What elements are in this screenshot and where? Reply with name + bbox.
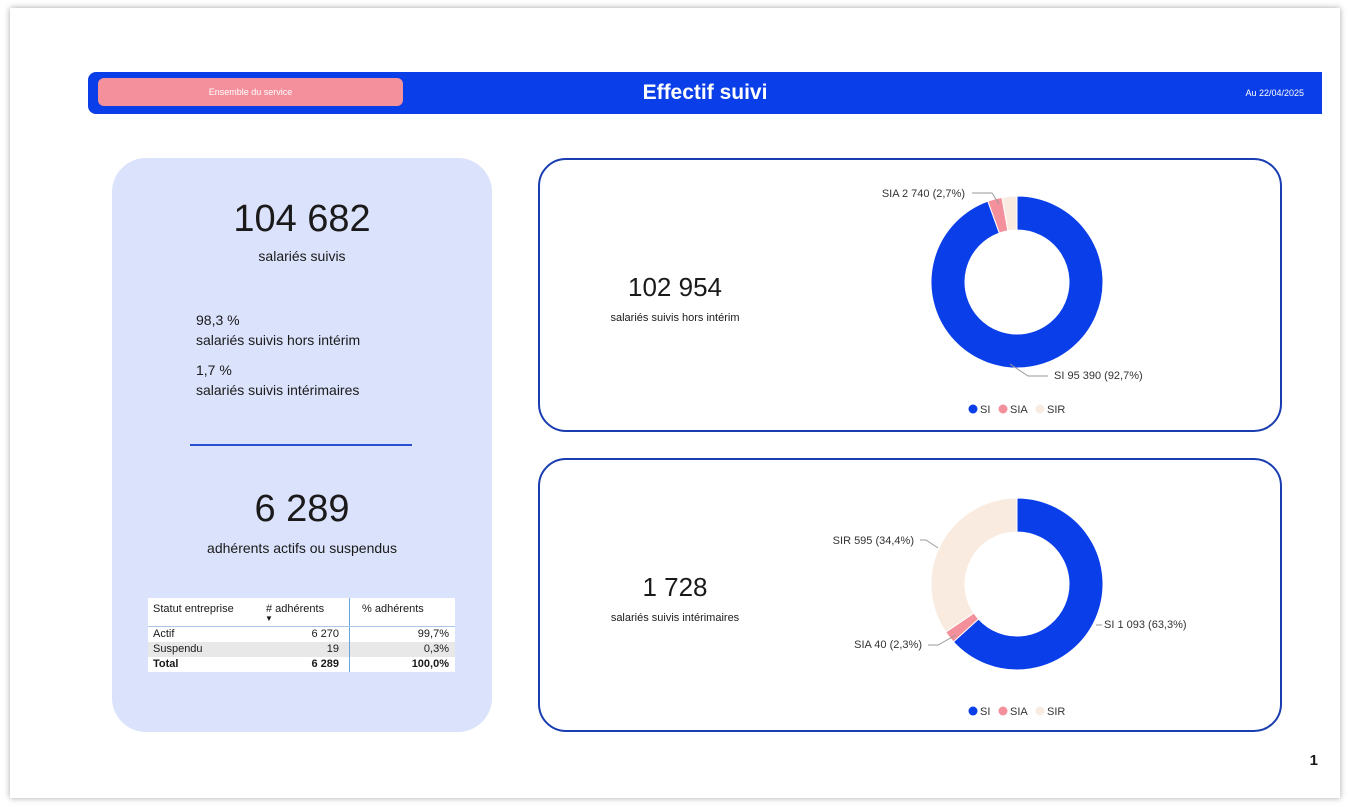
table-cell: 19 [260, 642, 350, 657]
legend-label-si[interactable]: SI [980, 404, 990, 416]
table-cell: 0,3% [423, 643, 449, 655]
table-cell: 100,0% [411, 658, 449, 670]
table-header[interactable]: # adhérents ▼ [260, 598, 350, 626]
interim-donut-chart[interactable]: SI 1 093 (63,3%) SIA 40 (2,3%) SIR 595 (34… [540, 460, 1284, 734]
table-header[interactable]: % adhérents [350, 598, 455, 626]
table-cell: 6 289 [260, 657, 350, 672]
table-cell: 6 270 [260, 627, 350, 642]
donut-slice-sir[interactable] [930, 497, 1018, 633]
table-cell: Suspendu [153, 643, 203, 655]
interim-pct: 1,7 % [196, 362, 232, 378]
legend-label-sir[interactable]: SIR [1047, 706, 1065, 718]
page-number: 1 [1309, 752, 1318, 769]
legend-marker-si [968, 404, 978, 414]
legend-marker-sia [998, 404, 1008, 414]
interim-card: 1 728 salariés suivis intérimaires SI 1 … [538, 458, 1282, 732]
data-label-si: SI 95 390 (92,7%) [1054, 370, 1143, 382]
divider [190, 444, 412, 446]
legend-marker-sia [998, 706, 1008, 716]
table-header-row: Statut entreprise # adhérents ▼ % adhére… [148, 598, 455, 627]
hors-interim-pct: 98,3 % [196, 312, 240, 328]
hors-interim-label: salariés suivis hors intérim [196, 332, 361, 348]
table-cell: 99,7% [417, 628, 449, 640]
table-header-label: # adhérents [266, 603, 325, 615]
legend-label-sir[interactable]: SIR [1047, 404, 1065, 416]
adherents-value: 6 289 [254, 488, 350, 530]
total-salaries-label: salariés suivis [258, 248, 346, 264]
data-label-sia: SIA 2 740 (2,7%) [882, 188, 965, 200]
data-label-si: SI 1 093 (63,3%) [1104, 619, 1187, 631]
legend-label-sia[interactable]: SIA [1010, 404, 1028, 416]
legend-marker-sir [1035, 404, 1045, 414]
sort-desc-icon: ▼ [265, 614, 273, 623]
table-total-row: Total 6 289 100,0% [148, 657, 455, 672]
table-header[interactable]: Statut entreprise [148, 598, 260, 626]
adherents-table: Statut entreprise # adhérents ▼ % adhére… [148, 598, 455, 672]
table-cell: Total [153, 658, 179, 670]
report-date: Au 22/04/2025 [1245, 88, 1304, 98]
legend-label-si[interactable]: SI [980, 706, 990, 718]
interim-label: salariés suivis intérimaires [196, 382, 360, 398]
data-label-sia: SIA 40 (2,3%) [854, 639, 922, 651]
total-salaries-value: 104 682 [233, 198, 371, 240]
table-cell: Actif [153, 628, 175, 640]
legend-marker-sir [1035, 706, 1045, 716]
hors-interim-donut-chart[interactable]: SI 95 390 (92,7%) SIA 2 740 (2,7%) SI SIA SI… [540, 160, 1284, 434]
table-row: Actif 6 270 99,7% [148, 627, 455, 642]
header-bar: Ensemble du service Effectif suivi Au 22… [88, 72, 1322, 114]
data-label-sir: SIR 595 (34,4%) [833, 535, 914, 547]
legend-marker-si [968, 706, 978, 716]
filter-button[interactable]: Ensemble du service [98, 78, 403, 106]
legend-label-sia[interactable]: SIA [1010, 706, 1028, 718]
label-leader-line [920, 539, 939, 549]
adherents-label: adhérents actifs ou suspendus [207, 540, 397, 556]
hors-interim-card: 102 954 salariés suivis hors intérim SI … [538, 158, 1282, 432]
table-row: Suspendu 19 0,3% [148, 642, 455, 657]
summary-card: 104 682 salariés suivis 98,3 % salariés … [112, 158, 492, 732]
